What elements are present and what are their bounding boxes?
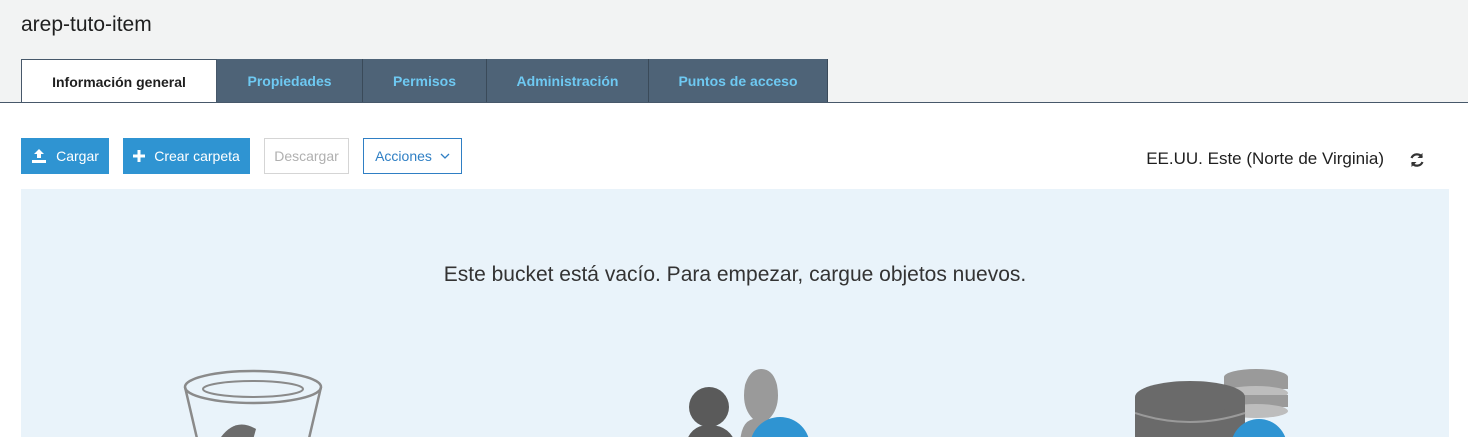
upload-icon <box>31 149 47 163</box>
upload-label: Cargar <box>56 148 99 164</box>
empty-state-panel: Este bucket está vacío. Para empezar, ca… <box>21 189 1449 437</box>
create-folder-label: Crear carpeta <box>154 148 240 164</box>
bucket-icon <box>181 367 326 437</box>
plus-icon <box>133 150 146 162</box>
chevron-down-icon <box>440 153 450 159</box>
tab-permissions[interactable]: Permisos <box>363 59 487 102</box>
tab-bar: Información general Propiedades Permisos… <box>21 59 828 103</box>
users-icon <box>685 367 815 437</box>
tab-access-points[interactable]: Puntos de acceso <box>649 59 828 102</box>
download-button[interactable]: Descargar <box>264 138 349 174</box>
tab-properties[interactable]: Propiedades <box>217 59 363 102</box>
tabs-divider <box>0 102 1468 103</box>
empty-state-message: Este bucket está vacío. Para empezar, ca… <box>443 263 1027 286</box>
page-title: arep-tuto-item <box>21 13 152 36</box>
tab-management[interactable]: Administración <box>487 59 649 102</box>
refresh-icon[interactable] <box>1407 150 1427 170</box>
tab-overview[interactable]: Información general <box>21 59 217 103</box>
create-folder-button[interactable]: Crear carpeta <box>123 138 250 174</box>
database-icon <box>1134 367 1295 437</box>
upload-button[interactable]: Cargar <box>21 138 109 174</box>
actions-dropdown[interactable]: Acciones <box>363 138 462 174</box>
actions-label: Acciones <box>375 148 432 164</box>
region-label: EE.UU. Este (Norte de Virginia) <box>1146 149 1384 168</box>
